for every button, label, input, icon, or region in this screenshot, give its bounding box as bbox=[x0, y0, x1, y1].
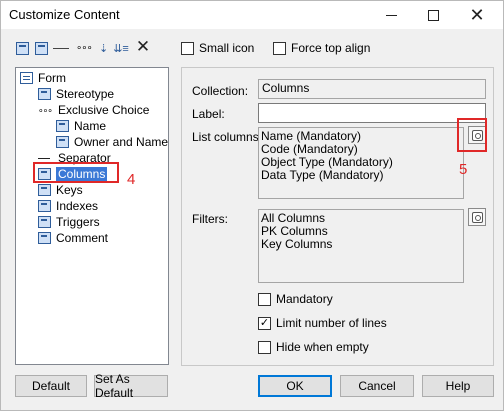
mandatory-option[interactable]: Mandatory bbox=[258, 292, 333, 306]
add-attributes-button[interactable] bbox=[34, 41, 48, 55]
collection-label: Collection: bbox=[192, 84, 249, 98]
collection-field: Columns bbox=[258, 79, 486, 99]
separator-icon bbox=[38, 157, 50, 159]
force-top-align-option[interactable]: Force top align bbox=[273, 41, 370, 55]
label-input[interactable] bbox=[258, 103, 486, 123]
annotation-box-columns bbox=[33, 162, 119, 183]
limit-lines-label: Limit number of lines bbox=[276, 316, 387, 330]
exclusive-choice-icon: ∘∘∘ bbox=[38, 104, 53, 115]
annotation-box-select bbox=[457, 118, 487, 152]
limit-lines-checkbox[interactable]: ✓ bbox=[258, 316, 271, 330]
tree-item-label: Owner and Name bbox=[74, 135, 169, 149]
tree-item-exclusive-choice[interactable]: ∘∘∘ Exclusive Choice bbox=[38, 102, 149, 118]
set-as-default-button[interactable]: Set As Default bbox=[94, 372, 168, 400]
minimize-icon bbox=[385, 14, 397, 16]
properties-panel: Collection: Columns Label: List columns:… bbox=[181, 67, 494, 366]
add-exclusive-choice-button[interactable]: ∘∘∘ bbox=[76, 43, 94, 54]
maximize-button[interactable] bbox=[413, 1, 453, 29]
hide-empty-checkbox[interactable] bbox=[258, 340, 271, 354]
properties-icon bbox=[471, 211, 483, 223]
ok-button[interactable]: OK bbox=[258, 375, 332, 397]
add-items-button[interactable] bbox=[15, 41, 29, 55]
element-icon bbox=[38, 232, 51, 244]
customize-content-dialog: Customize Content ✕ ∘∘∘ ⇣ ⇊≡ ✕ Small ico… bbox=[0, 0, 504, 411]
tree-item-label: Keys bbox=[56, 183, 83, 197]
title-bar: Customize Content ✕ bbox=[1, 1, 503, 29]
tree-item-name[interactable]: Name bbox=[56, 118, 106, 134]
hide-empty-option[interactable]: Hide when empty bbox=[258, 340, 369, 354]
form-icon bbox=[20, 72, 33, 84]
toolbar: ∘∘∘ ⇣ ⇊≡ ✕ bbox=[15, 37, 150, 58]
close-icon: ✕ bbox=[469, 4, 485, 25]
hide-empty-label: Hide when empty bbox=[276, 340, 369, 354]
force-top-align-label: Force top align bbox=[291, 41, 371, 55]
add-items-icon bbox=[15, 41, 29, 55]
cancel-button[interactable]: Cancel bbox=[340, 375, 414, 397]
delete-icon[interactable]: ✕ bbox=[136, 37, 150, 57]
tree-item-label: Comment bbox=[56, 231, 109, 245]
minimize-button[interactable] bbox=[371, 1, 411, 29]
small-icon-label: Small icon bbox=[199, 41, 255, 55]
small-icon-option[interactable]: Small icon bbox=[181, 41, 254, 55]
help-button[interactable]: Help bbox=[422, 375, 494, 397]
checkmark-icon: ✓ bbox=[259, 316, 270, 329]
filters-label: Filters: bbox=[192, 212, 228, 226]
element-icon bbox=[56, 136, 69, 148]
list-column-item: Data Type (Mandatory) bbox=[261, 168, 384, 182]
close-button[interactable]: ✕ bbox=[457, 1, 497, 29]
element-icon bbox=[38, 200, 51, 212]
move-down-icon[interactable]: ⇣ bbox=[99, 42, 108, 55]
annotation-label-5: 5 bbox=[459, 161, 468, 178]
element-icon bbox=[38, 216, 51, 228]
tree-item-stereotype[interactable]: Stereotype bbox=[38, 86, 114, 102]
move-list-icon[interactable]: ⇊≡ bbox=[113, 42, 129, 55]
list-columns-label: List columns: bbox=[192, 130, 263, 144]
maximize-icon bbox=[427, 9, 439, 21]
tree-item-label: Stereotype bbox=[56, 87, 115, 101]
default-button[interactable]: Default bbox=[15, 375, 87, 397]
add-separator-button[interactable] bbox=[53, 47, 69, 49]
tree-item-label: Triggers bbox=[56, 215, 100, 229]
tree-item-triggers[interactable]: Triggers bbox=[38, 214, 100, 230]
content-tree[interactable]: Form Stereotype ∘∘∘ Exclusive Choice Nam… bbox=[15, 67, 169, 365]
annotation-label-4: 4 bbox=[127, 171, 136, 188]
list-columns-box[interactable]: Name (Mandatory) Code (Mandatory) Object… bbox=[258, 127, 464, 199]
filter-item: Key Columns bbox=[261, 237, 333, 251]
filters-box[interactable]: All Columns PK Columns Key Columns bbox=[258, 209, 464, 283]
tree-item-comment[interactable]: Comment bbox=[38, 230, 108, 246]
tree-item-owner-and-name[interactable]: Owner and Name bbox=[56, 134, 168, 150]
window-title: Customize Content bbox=[9, 7, 120, 22]
tree-item-label: Name bbox=[74, 119, 107, 133]
tree-item-label: Form bbox=[38, 71, 66, 85]
tree-item-keys[interactable]: Keys bbox=[38, 182, 83, 198]
tree-item-form[interactable]: Form bbox=[20, 70, 66, 86]
select-filters-button[interactable] bbox=[468, 208, 486, 226]
small-icon-checkbox[interactable] bbox=[181, 41, 194, 55]
mandatory-checkbox[interactable] bbox=[258, 292, 271, 306]
force-top-align-checkbox[interactable] bbox=[273, 41, 286, 55]
tree-item-indexes[interactable]: Indexes bbox=[38, 198, 98, 214]
element-icon bbox=[56, 120, 69, 132]
limit-lines-option[interactable]: ✓ Limit number of lines bbox=[258, 316, 387, 330]
add-attributes-icon bbox=[34, 41, 48, 55]
label-label: Label: bbox=[192, 107, 225, 121]
element-icon bbox=[38, 184, 51, 196]
tree-item-label: Exclusive Choice bbox=[58, 103, 150, 117]
tree-item-label: Indexes bbox=[56, 199, 99, 213]
element-icon bbox=[38, 88, 51, 100]
mandatory-label: Mandatory bbox=[276, 292, 333, 306]
